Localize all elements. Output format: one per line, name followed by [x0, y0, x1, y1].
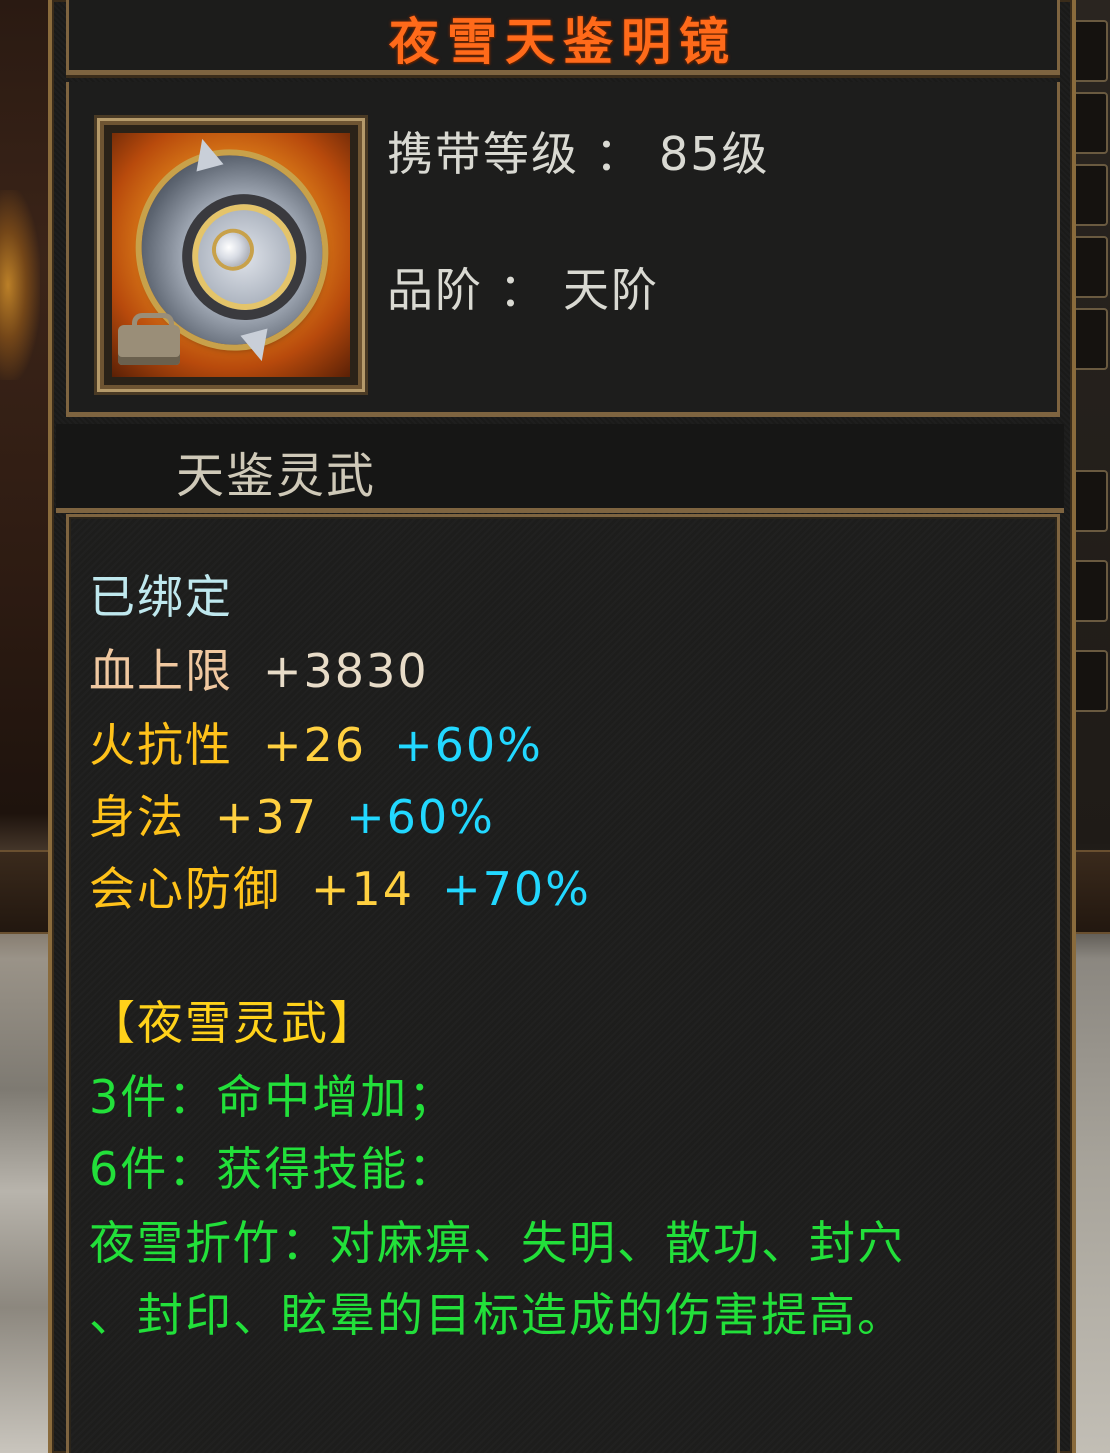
item-category: 天鉴灵武: [176, 448, 377, 504]
stat-row: 会心防御 +14 +70%: [89, 853, 591, 919]
stat-row: 火抗性 +26 +60%: [89, 709, 543, 775]
stat-name: 身法: [89, 790, 185, 844]
item-category-bar: 天鉴灵武: [56, 424, 1064, 513]
carry-level: 携带等级 ： 85级: [387, 118, 770, 184]
lock-badge-icon: [118, 313, 180, 365]
shield-spike: [240, 328, 276, 365]
set-bonus-line: 3件：命中增加；: [89, 1070, 457, 1124]
separator: ：: [595, 127, 643, 181]
bind-status: 已绑定: [89, 570, 233, 624]
stat-percent-bonus: +60%: [346, 790, 495, 844]
stat-percent-bonus: +60%: [394, 718, 543, 772]
set-skill-line: 、封印、眩晕的目标造成的伤害提高。: [89, 1288, 905, 1342]
item-name: 夜雪天鉴明镜: [389, 12, 737, 71]
stat-base-value: +3830: [263, 644, 429, 698]
tooltip-title-bar: 夜雪天鉴明镜: [66, 0, 1060, 75]
stat-name: 会心防御: [89, 862, 281, 916]
stat-name: 血上限: [89, 644, 233, 698]
stat-name: 火抗性: [89, 718, 233, 772]
grade-label: 品阶: [387, 263, 483, 317]
item-info-box: 携带等级 ： 85级 品阶 ： 天阶: [66, 82, 1060, 417]
stat-row: 身法 +37 +60%: [89, 781, 495, 847]
item-tooltip: 夜雪天鉴明镜 携带等级 ： 85级 品阶 ： 天阶 天鉴灵武 已绑定 血上限 +383…: [48, 0, 1076, 1453]
item-grade: 品阶 ： 天阶: [387, 254, 659, 320]
stat-base-value: +14: [311, 862, 415, 916]
set-skill-line: 夜雪折竹：对麻痹、失明、散功、封穴: [89, 1216, 905, 1270]
separator: ：: [499, 263, 547, 317]
stat-percent-bonus: +70%: [442, 862, 591, 916]
background-item-glow: [0, 190, 40, 380]
game-screen: 夜雪天鉴明镜 携带等级 ： 85级 品阶 ： 天阶 天鉴灵武 已绑定 血上限 +383…: [0, 0, 1110, 1453]
grade-value: 天阶: [563, 263, 659, 317]
set-title: 【夜雪灵武】: [89, 996, 377, 1050]
carry-level-label: 携带等级: [387, 127, 579, 181]
item-icon-frame[interactable]: [97, 118, 365, 392]
item-description-box: 已绑定 血上限 +3830 火抗性 +26 +60% 身法 +37 +60% 会心防御 +1…: [66, 514, 1060, 1453]
stat-base-value: +37: [215, 790, 319, 844]
carry-level-value: 85级: [659, 127, 770, 181]
set-bonus-line: 6件：获得技能：: [89, 1142, 457, 1196]
shield-mirror-icon: [112, 133, 350, 377]
background-tab-left: [0, 850, 48, 934]
stat-row: 血上限 +3830: [89, 635, 429, 701]
shield-spike: [188, 135, 224, 172]
stat-base-value: +26: [263, 718, 367, 772]
